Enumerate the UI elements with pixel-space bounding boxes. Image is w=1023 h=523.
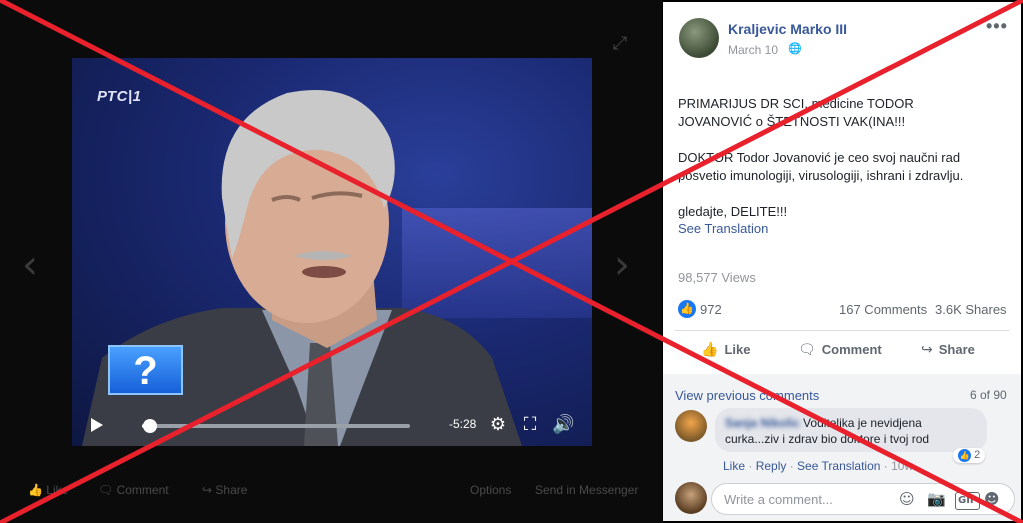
volume-icon[interactable]: 🔊: [552, 414, 574, 436]
progress-knob[interactable]: [143, 419, 158, 433]
comment-count[interactable]: 167 Comments: [839, 302, 927, 317]
thumbs-up-icon: 👍: [701, 342, 719, 358]
post-text-line: posvetio imunologiji, virusologiji, ishr…: [678, 168, 964, 183]
like-reaction-icon: 👍: [678, 300, 696, 318]
like-reaction-icon: 👍: [958, 449, 971, 462]
media-action-bar: 👍 Like 🗨 Comment ↪ Share Options Send in…: [0, 476, 662, 504]
emoji-icon[interactable]: ☺: [899, 491, 915, 507]
comment-button[interactable]: 🗨 Comment: [798, 342, 882, 358]
reaction-count[interactable]: 972: [700, 302, 722, 317]
comment-like-link[interactable]: Like: [723, 459, 745, 473]
expand-icon[interactable]: ⤢: [610, 33, 630, 53]
globe-icon: 🌐: [788, 42, 802, 55]
time-remaining: -5:28: [449, 417, 477, 431]
chevron-left-icon[interactable]: ‹: [22, 245, 48, 285]
sticker-icon[interactable]: ☻: [984, 491, 1000, 507]
comment-reply-link[interactable]: Reply: [756, 459, 787, 473]
post-date[interactable]: March 10: [728, 43, 778, 57]
send-in-messenger-button[interactable]: Send in Messenger: [535, 483, 638, 497]
post-panel: Kraljevic Marko III March 10 🌐 ••• PRIMA…: [663, 2, 1021, 521]
comment-bubble: Sanja Nikolic Voditeljka je nevidjena cu…: [715, 408, 987, 452]
view-count: 98,577 Views: [678, 270, 756, 285]
post-text-line: DOKTOR Todor Jovanović je ceo svoj naučn…: [678, 150, 961, 165]
like-button[interactable]: 👍 Like: [701, 342, 750, 358]
comments-section: View previous comments 6 of 90 Sanja Nik…: [663, 374, 1021, 521]
post-text-line: JOVANOVIĆ o ŠTETNOSTI VAK(INA!!!: [678, 114, 906, 129]
comment-text: Voditeljka je nevidjena: [803, 416, 922, 430]
media-share-button[interactable]: ↪ Share: [202, 483, 247, 497]
chevron-right-icon[interactable]: ›: [614, 245, 640, 285]
gif-icon[interactable]: GIF: [955, 492, 980, 510]
share-count[interactable]: 3.6K Shares: [935, 302, 1007, 317]
post-text-line: PRIMARIJUS DR SCI. medicine TODOR: [678, 96, 914, 111]
comment-reactions[interactable]: 👍 2: [953, 448, 986, 463]
share-icon: ↪: [921, 342, 933, 358]
progress-bar[interactable]: [142, 419, 410, 433]
video-controls: -5:28 ⚙ ⛶ 🔊: [72, 408, 592, 446]
question-mark-badge: ?: [108, 345, 183, 395]
comment-see-translation-link[interactable]: See Translation: [797, 459, 880, 473]
play-icon[interactable]: [90, 417, 104, 433]
comment-actions: Like · Reply · See Translation · 10w: [723, 459, 914, 473]
media-viewer: ⤢ ‹ › РТС|1 ? -5:28 ⚙ ⛶ 🔊 👍 Like 🗨 Comme…: [0, 0, 662, 523]
commenter-avatar[interactable]: [675, 410, 707, 442]
current-user-avatar: [675, 482, 707, 514]
divider: [675, 330, 1009, 331]
share-button[interactable]: ↪ Share: [921, 342, 975, 358]
more-options-icon[interactable]: •••: [986, 16, 1008, 37]
camera-icon[interactable]: 📷: [927, 491, 946, 507]
media-options-button[interactable]: Options: [470, 483, 511, 497]
post-text-line: gledajte, DELITE!!!: [678, 204, 788, 219]
view-previous-comments-link[interactable]: View previous comments: [675, 388, 819, 403]
fullscreen-icon[interactable]: ⛶: [519, 414, 541, 436]
author-avatar[interactable]: [679, 18, 719, 58]
media-like-button[interactable]: 👍 Like: [28, 483, 68, 497]
author-name[interactable]: Kraljevic Marko III: [728, 21, 847, 37]
settings-icon[interactable]: ⚙: [487, 414, 509, 436]
commenter-name[interactable]: Sanja Nikolic: [725, 416, 800, 430]
video-player[interactable]: РТС|1 ? -5:28 ⚙ ⛶ 🔊: [72, 58, 592, 446]
comment-pager: 6 of 90: [970, 388, 1007, 402]
comment-icon: 🗨: [798, 342, 816, 358]
comment-time[interactable]: 10w: [891, 459, 913, 473]
comment-text: curka...ziv i zdrav bio doktore i tvoj r…: [725, 432, 930, 446]
see-translation-link[interactable]: See Translation: [678, 221, 768, 236]
media-comment-button[interactable]: 🗨 Comment: [98, 483, 169, 497]
